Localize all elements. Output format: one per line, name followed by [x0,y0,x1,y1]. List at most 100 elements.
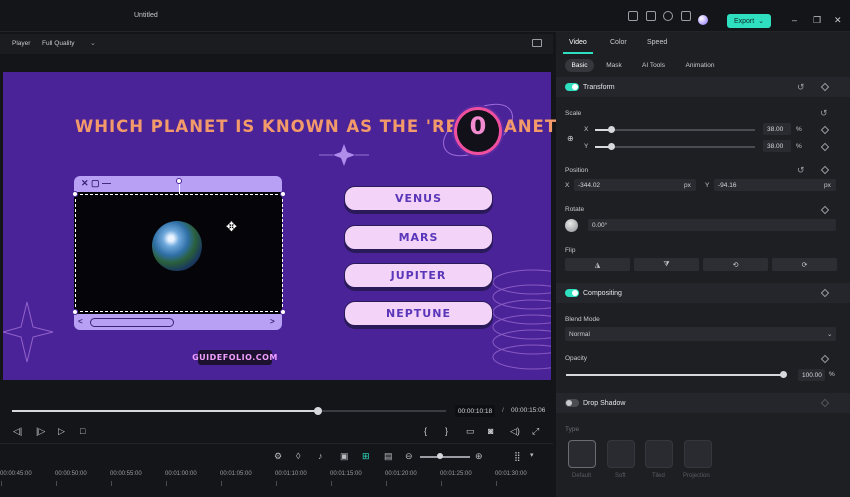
quality-select[interactable]: Full Quality [42,40,75,47]
percent-unit: % [796,143,802,150]
stop-icon[interactable]: □ [80,426,85,436]
lock-ratio-icon[interactable]: ⊕ [567,134,574,143]
fullscreen-icon[interactable]: ⤢ [532,426,539,437]
rotate-right-icon: ⟳ [801,261,808,269]
timeline-tick [386,481,387,486]
mark-out-icon[interactable]: } [445,426,448,436]
tab-speed[interactable]: Speed [647,39,667,46]
export-button[interactable]: Export ⌄ [727,14,771,28]
subtitle-icon[interactable]: ▤ [384,451,393,462]
subtab-ai-tools[interactable]: AI Tools [636,59,671,72]
resize-handle[interactable] [72,191,78,197]
camera-icon[interactable]: ◙ [488,426,493,436]
opacity-value[interactable]: 100.00 [798,369,825,381]
display-icon[interactable]: ▭ [466,426,475,437]
move-icon[interactable]: ✥ [226,219,237,235]
reset-icon[interactable]: ↺ [797,165,805,176]
minimize-icon[interactable]: – [792,15,797,25]
scroll-left-icon: < [78,317,83,326]
scale-y-label: Y [584,143,589,150]
timeline-tick [331,481,332,486]
snapshot-view-icon[interactable] [532,39,542,47]
flip-horizontal-button[interactable]: ◮ [565,258,630,271]
scale-y-knob[interactable] [608,143,615,150]
selection-box[interactable] [75,194,283,312]
scale-y-slider[interactable] [595,146,755,148]
scale-label: Scale [565,110,582,117]
shadow-type-label: Type [565,426,580,433]
transform-toggle[interactable] [565,83,579,91]
opacity-knob[interactable] [780,371,787,378]
rotate-dial[interactable] [565,219,578,232]
shadow-default-option [568,440,596,468]
blend-mode-select[interactable]: Normal [565,327,836,341]
rotate-left-button[interactable]: ⟲ [703,258,768,271]
chevron-down-icon[interactable]: ▾ [530,451,534,459]
zoom-slider-knob[interactable] [437,453,443,459]
timeline-tick-label: 00:01:25:00 [440,471,472,477]
answer-option: VENUS [344,186,493,211]
timeline-tick [441,481,442,486]
timeline-tick-label: 00:01:20:00 [385,471,417,477]
subtab-animation[interactable]: Animation [679,59,721,72]
zoom-in-icon[interactable]: ⊕ [475,451,483,462]
compositing-toggle[interactable] [565,289,579,297]
scale-x-knob[interactable] [608,126,615,133]
voiceover-icon[interactable]: ▣ [340,451,349,462]
reset-icon[interactable]: ↺ [797,82,805,93]
zoom-out-icon[interactable]: ⊖ [405,451,413,462]
ai-tool-icon[interactable]: ⊞ [362,451,370,462]
reset-icon[interactable]: ↺ [820,108,828,119]
volume-icon[interactable]: ◁) [510,426,520,437]
settings-icon[interactable]: ⚙ [274,451,282,462]
next-frame-icon[interactable]: |▷ [36,426,45,437]
resize-handle[interactable] [72,309,78,315]
resize-handle[interactable] [280,309,286,315]
position-x-field[interactable]: -344.02 [574,179,696,191]
subtab-basic[interactable]: Basic [565,59,594,72]
percent-unit: % [796,126,802,133]
monitor-icon[interactable] [628,11,638,21]
tab-video[interactable]: Video [569,39,587,46]
scale-x-slider[interactable] [595,129,755,131]
play-icon[interactable]: ▷ [58,426,65,437]
px-unit: px [684,182,691,189]
current-time[interactable]: 00:00:10:18 [455,405,495,417]
timeline-tick [111,481,112,486]
resize-handle[interactable] [280,191,286,197]
shield-icon[interactable]: ◊ [296,451,300,461]
maximize-icon[interactable]: ❐ [813,15,821,26]
flip-vertical-button[interactable]: ⧩ [634,258,699,271]
scale-x-value[interactable]: 38.00 [763,123,791,135]
playhead-knob[interactable] [313,407,322,415]
rotate-label: Rotate [565,206,585,213]
layout-grid-icon[interactable]: ⣿ [514,451,521,462]
rotate-right-button[interactable]: ⟳ [772,258,837,271]
tab-color[interactable]: Color [610,39,627,46]
microphone-icon[interactable]: ♪ [318,451,323,461]
timeline-tick [276,481,277,486]
scale-y-value[interactable]: 38.00 [763,140,791,152]
mark-in-icon[interactable]: { [424,426,427,436]
zoom-slider[interactable] [420,456,470,458]
window-title: Untitled [134,12,158,19]
rotate-field[interactable]: 0.00° [588,219,836,231]
position-y-field[interactable]: -94.16 [714,179,836,191]
flip-label: Flip [565,247,576,254]
save-icon[interactable] [646,11,656,21]
px-unit: px [824,182,831,189]
apps-grid-icon[interactable] [681,11,691,21]
previous-frame-icon[interactable]: ◁| [13,426,22,437]
shadow-projection-option [684,440,712,468]
avatar[interactable] [698,15,708,25]
timeline-tick [496,481,497,486]
shadow-soft-option [607,440,635,468]
close-icon[interactable]: ✕ [834,15,842,26]
answer-option: MARS [344,225,493,250]
drop-shadow-toggle[interactable] [565,399,579,407]
subtab-mask[interactable]: Mask [600,59,628,72]
flip-horizontal-icon: ◮ [594,261,601,269]
cloud-icon[interactable] [663,11,673,21]
chevron-down-icon[interactable]: ⌄ [90,39,96,47]
chevron-down-icon[interactable]: ⌄ [827,330,832,338]
